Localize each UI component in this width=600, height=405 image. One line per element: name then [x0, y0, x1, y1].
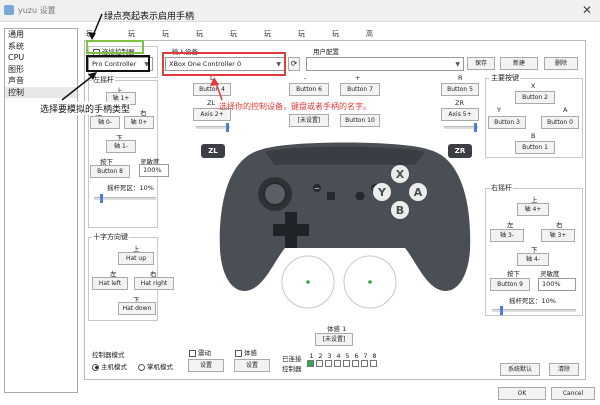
type-note-arrow	[61, 73, 96, 101]
arrowhead-icon	[210, 77, 219, 86]
arrowhead-icon	[88, 32, 96, 40]
annotation-arrows	[61, 13, 223, 101]
